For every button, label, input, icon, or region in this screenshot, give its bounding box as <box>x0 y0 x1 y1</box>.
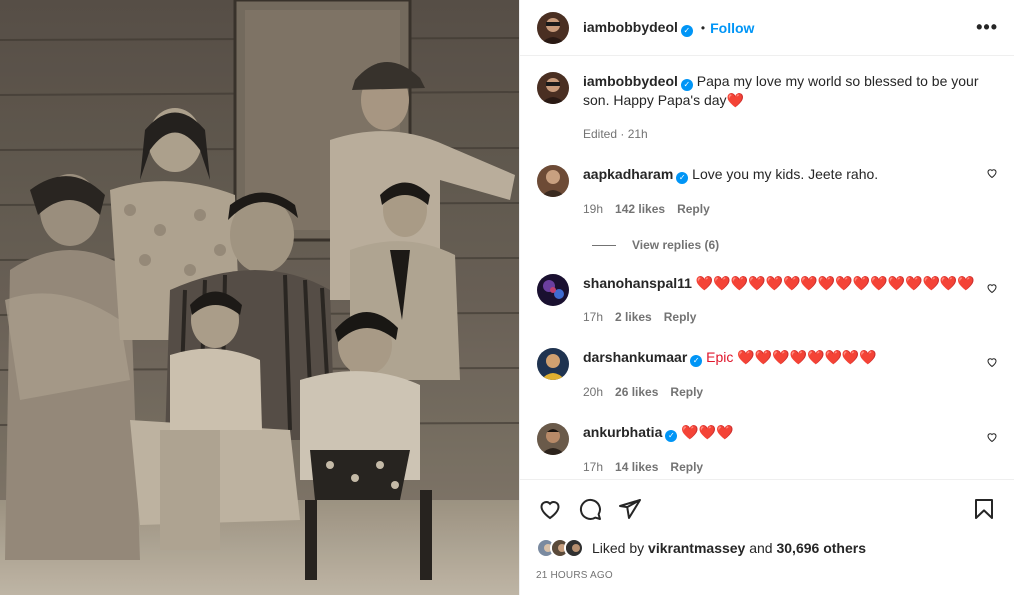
author-avatar[interactable] <box>537 11 569 44</box>
liker-avatar <box>564 538 584 558</box>
likes-text: Liked by vikrantmassey and 30,696 others <box>592 540 866 556</box>
commenter-avatar[interactable] <box>537 423 569 455</box>
comment-text: Epic ❤️❤️❤️❤️❤️❤️❤️❤️ <box>706 349 877 365</box>
comment-time: 20h <box>583 385 604 399</box>
commenter-avatar[interactable] <box>537 274 569 306</box>
reply-button[interactable]: Reply <box>670 383 703 401</box>
commenter-username[interactable]: shanohanspal11 <box>583 275 692 291</box>
liker-avatars <box>536 538 584 558</box>
verified-badge-icon: ✓ <box>690 355 703 367</box>
comment-likes[interactable]: 26 likes <box>615 383 658 401</box>
commenter-avatar[interactable] <box>537 165 569 197</box>
like-comment-heart-icon[interactable] <box>986 356 998 368</box>
post-photo[interactable] <box>0 0 519 595</box>
heart-emoji: ❤️ <box>726 92 744 108</box>
comment-text: Love you my kids. Jeete raho. <box>692 166 879 182</box>
more-options-icon[interactable]: ••• <box>976 17 998 38</box>
family-photo-image <box>0 0 519 595</box>
commenter-username[interactable]: darshankumaar <box>583 349 687 365</box>
post-timestamp[interactable]: 21 HOURS AGO <box>536 570 998 581</box>
comment-time: 17h <box>583 460 604 474</box>
reply-button[interactable]: Reply <box>670 458 703 476</box>
verified-badge-icon: ✓ <box>680 24 693 37</box>
liker-username[interactable]: vikrantmassey <box>648 540 745 556</box>
caption: iambobbydeol ✓ Papa my love my world so b… <box>537 72 998 143</box>
like-comment-heart-icon[interactable] <box>986 167 998 179</box>
comment-item: ankurbhatia ✓ ❤️❤️❤️ 17h 14 likes Reply <box>537 423 998 476</box>
bookmark-icon[interactable] <box>970 495 998 523</box>
likes-count[interactable]: 30,696 others <box>776 540 866 556</box>
caption-username[interactable]: iambobbydeol <box>583 73 678 89</box>
view-replies-button[interactable]: View replies (6) <box>592 238 998 252</box>
heart-icon[interactable] <box>536 495 564 523</box>
comment-item: darshankumaar ✓ Epic ❤️❤️❤️❤️❤️❤️❤️❤️ 20h… <box>537 348 998 401</box>
verified-badge-icon: ✓ <box>676 172 689 184</box>
verified-badge-icon: ✓ <box>665 430 678 442</box>
commenter-username[interactable]: aapkadharam <box>583 166 673 182</box>
comments-list[interactable]: iambobbydeol ✓ Papa my love my world so b… <box>520 56 1014 479</box>
separator-dot: • <box>700 20 706 35</box>
post-header: iambobbydeol ✓ • Follow ••• <box>520 0 1014 56</box>
comment-text: ❤️❤️❤️ <box>681 424 734 440</box>
comment-item: aapkadharam ✓ Love you my kids. Jeete rah… <box>537 165 998 218</box>
like-comment-heart-icon[interactable] <box>986 431 998 443</box>
author-username[interactable]: iambobbydeol ✓ <box>583 19 693 37</box>
action-bar <box>536 480 998 534</box>
comment-item: shanohanspal11 ❤️❤️❤️❤️❤️❤️❤️❤️❤️❤️❤️❤️❤… <box>537 274 998 326</box>
commenter-username[interactable]: ankurbhatia <box>583 424 662 440</box>
verified-badge-icon: ✓ <box>680 79 693 91</box>
edited-time: Edited · 21h <box>583 127 648 141</box>
commenter-avatar[interactable] <box>537 348 569 380</box>
comment-time: 17h <box>583 310 604 324</box>
author-avatar[interactable] <box>537 72 569 104</box>
reply-button[interactable]: Reply <box>664 308 697 326</box>
replies-divider <box>592 244 616 246</box>
likes-summary[interactable]: Liked by vikrantmassey and 30,696 others <box>536 536 998 560</box>
comment-time: 19h <box>583 202 604 216</box>
comment-likes[interactable]: 2 likes <box>615 308 652 326</box>
comment-likes[interactable]: 142 likes <box>615 200 665 218</box>
comment-icon[interactable] <box>576 495 604 523</box>
post-actions-area: Liked by vikrantmassey and 30,696 others… <box>520 479 1014 595</box>
post-sidebar: iambobbydeol ✓ • Follow ••• iambobbydeol ✓… <box>519 0 1014 595</box>
share-icon[interactable] <box>616 495 644 523</box>
reply-button[interactable]: Reply <box>677 200 710 218</box>
view-replies-label: View replies (6) <box>632 238 720 252</box>
follow-button[interactable]: Follow <box>710 20 754 36</box>
comment-text: ❤️❤️❤️❤️❤️❤️❤️❤️❤️❤️❤️❤️❤️❤️❤️❤️ <box>695 275 975 291</box>
like-comment-heart-icon[interactable] <box>986 282 998 294</box>
comment-likes[interactable]: 14 likes <box>615 458 658 476</box>
